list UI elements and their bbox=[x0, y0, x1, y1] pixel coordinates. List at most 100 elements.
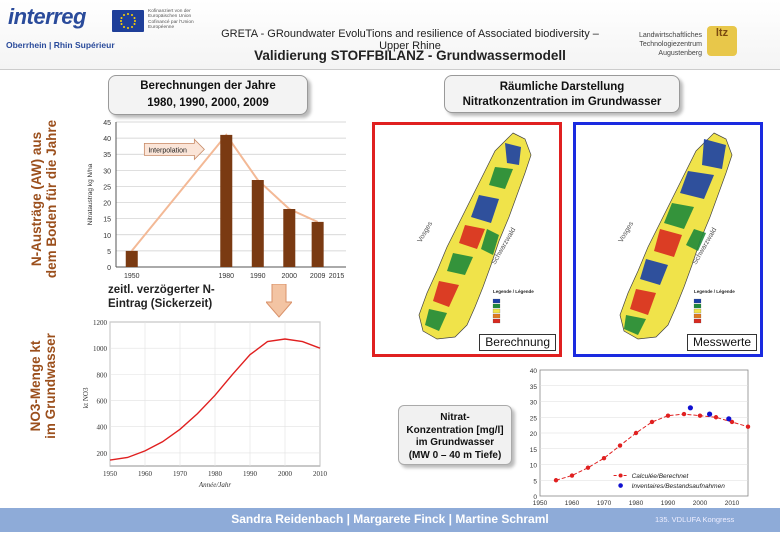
x-tick-label: 1990 bbox=[243, 470, 258, 478]
eu-cofinance-text: Kofinanziert von der Europäischen Union … bbox=[148, 9, 194, 30]
calculated-point bbox=[569, 473, 575, 478]
x-tick-label: 1960 bbox=[138, 470, 153, 478]
x-tick-label: 1950 bbox=[124, 273, 140, 280]
calculated-point bbox=[649, 419, 655, 425]
ltz-line-3: Augustenberg bbox=[658, 49, 702, 57]
nitrate-note-box: Nitrat- Konzentration [mg/l] im Grundwas… bbox=[398, 405, 512, 465]
map-calculated: Vosges Schwarzwald Legende / Légende Berec… bbox=[372, 122, 562, 357]
x-tick-label: 1980 bbox=[208, 470, 223, 478]
n-output-side-label: N-Austräge (AW) aus dem Boden für die Ja… bbox=[29, 119, 59, 279]
down-arrow-icon bbox=[266, 284, 292, 318]
y-tick-label: 5 bbox=[107, 249, 111, 256]
delay-label: zeitl. verzögerter N- Eintrag (Sickerzei… bbox=[108, 283, 215, 311]
y-tick-label: 600 bbox=[97, 398, 108, 406]
x-tick-label: 1970 bbox=[173, 470, 188, 478]
nitrate-note-line-2: Konzentration [mg/l] bbox=[406, 424, 504, 436]
x-axis-label: Année/Jahr bbox=[198, 481, 232, 489]
bar bbox=[251, 180, 264, 267]
map-legend-swatch bbox=[492, 308, 501, 314]
calc-title-line-2: 1980, 1990, 2000, 2009 bbox=[147, 97, 269, 109]
spatial-title-box: Räumliche Darstellung Nitratkonzentratio… bbox=[444, 75, 680, 113]
spatial-title-line-1: Räumliche Darstellung bbox=[499, 81, 625, 93]
map-legend-swatch bbox=[693, 298, 702, 304]
calculated-point bbox=[553, 478, 559, 483]
bar bbox=[125, 250, 138, 267]
n-output-bar-chart: 0 5 10 15 20 25 30 35 40 45 Nitrataustrag kg N/ha 1… bbox=[87, 120, 346, 280]
y-tick-label: 15 bbox=[103, 217, 111, 224]
calculated-point bbox=[665, 413, 671, 418]
map-measured-caption: Messwerte bbox=[686, 334, 757, 351]
map-legend-swatch bbox=[693, 308, 702, 314]
y-axis-label: kt NO3 bbox=[82, 387, 90, 408]
x-tick-label: 1950 bbox=[103, 470, 118, 478]
legend-calculated-marker bbox=[618, 473, 623, 478]
calculated-point bbox=[617, 443, 623, 448]
calculated-point bbox=[745, 424, 751, 429]
map-legend-title: Legende / Légende bbox=[493, 289, 534, 294]
y-tick-label: 25 bbox=[103, 184, 111, 191]
y-tick-label: 30 bbox=[530, 400, 538, 407]
y-tick-label: 40 bbox=[530, 368, 538, 375]
x-tick-label: 2000 bbox=[278, 470, 293, 478]
y-tick-label: 35 bbox=[103, 152, 111, 159]
y-tick-label: 5 bbox=[533, 478, 537, 485]
nitrate-note-line-3: im Grundwasser bbox=[415, 437, 495, 448]
interreg-subtitle: Oberrhein | Rhin Supérieur bbox=[6, 40, 115, 50]
map-legend-swatch bbox=[492, 318, 501, 324]
delay-label-line-2: Eintrag (Sickerzeit) bbox=[108, 298, 213, 310]
y-tick-label: 0 bbox=[107, 265, 111, 272]
calculated-point bbox=[713, 415, 719, 420]
y-tick-label: 10 bbox=[103, 233, 111, 240]
spatial-title-line-2: Nitratkonzentration im Grundwasser bbox=[462, 95, 662, 108]
map-legend-swatch bbox=[492, 303, 501, 309]
legend-inventory-label: Inventaires/Bestandsaufnahmen bbox=[632, 483, 726, 490]
x-tick-label: 1990 bbox=[661, 500, 676, 507]
y-tick-label: 1200 bbox=[93, 319, 108, 327]
x-tick-label: 1980 bbox=[629, 500, 644, 507]
map-calculated-caption: Berechnung bbox=[479, 334, 556, 351]
x-tick-label: 1980 bbox=[218, 273, 234, 280]
bar bbox=[220, 134, 233, 267]
nitrate-note-line-1: Nitrat- bbox=[440, 412, 470, 423]
no3-mass-line-chart: 200 400 600 800 1000 1200 1950 1960 1970 1980 1990… bbox=[82, 319, 328, 489]
map-measured: Vosges Schwarzwald Legende / Légende Messw… bbox=[573, 122, 763, 357]
map-legend-swatch bbox=[492, 298, 501, 304]
eu-flag-icon bbox=[112, 10, 144, 32]
y-tick-label: 30 bbox=[103, 168, 111, 175]
x-tick-label: 2010 bbox=[725, 500, 740, 507]
nitrate-concentration-chart: 05101520253035401950 1960 1970 1980 1990 2000… bbox=[530, 368, 751, 507]
x-tick-label: 2000 bbox=[281, 273, 297, 280]
map-legend-title: Legende / Légende bbox=[694, 289, 735, 294]
ltz-logo: ltz bbox=[707, 26, 737, 56]
inventory-point bbox=[707, 411, 713, 417]
map-legend-swatch bbox=[693, 313, 702, 319]
calculated-point bbox=[633, 430, 639, 436]
y-tick-label: 20 bbox=[103, 201, 111, 208]
calculated-point bbox=[697, 413, 703, 418]
y-tick-label: 800 bbox=[97, 371, 108, 379]
x-tick-label: 1970 bbox=[597, 500, 612, 507]
interreg-logo: interreg bbox=[8, 4, 86, 29]
ltz-line-2: Technologiezentrum bbox=[639, 40, 702, 48]
y-tick-label: 25 bbox=[530, 415, 538, 422]
calculated-point bbox=[601, 456, 607, 461]
calculated-point bbox=[585, 465, 591, 470]
slide-title: Validierung STOFFBILANZ - Grundwassermod… bbox=[254, 48, 566, 63]
x-tick-label: 1950 bbox=[533, 500, 548, 507]
bar bbox=[283, 209, 296, 267]
y-tick-label: 45 bbox=[103, 120, 111, 127]
x-tick-label: 1960 bbox=[565, 500, 580, 507]
inventory-point bbox=[687, 405, 693, 411]
ltz-institution: Landwirtschaftliches Technologiezentrum … bbox=[612, 32, 702, 58]
nitrate-note-line-4: (MW 0 – 40 m Tiefe) bbox=[408, 449, 502, 461]
map-measured-image: Vosges SchwarzwaldLegende / Légende bbox=[618, 132, 735, 340]
legend-calculated-label: Calculée/Berechnet bbox=[632, 473, 690, 480]
vosges-label: Vosges bbox=[618, 220, 636, 244]
calc-title-line-1: Berechnungen der Jahre bbox=[140, 80, 276, 92]
map-legend-swatch bbox=[693, 318, 702, 324]
x-tick-label: 1990 bbox=[250, 273, 266, 280]
x-tick-label: 2000 bbox=[693, 500, 708, 507]
bar bbox=[311, 221, 324, 267]
footer-event: 135. VDLUFA Kongress bbox=[655, 515, 735, 524]
calculated-point bbox=[681, 411, 687, 417]
